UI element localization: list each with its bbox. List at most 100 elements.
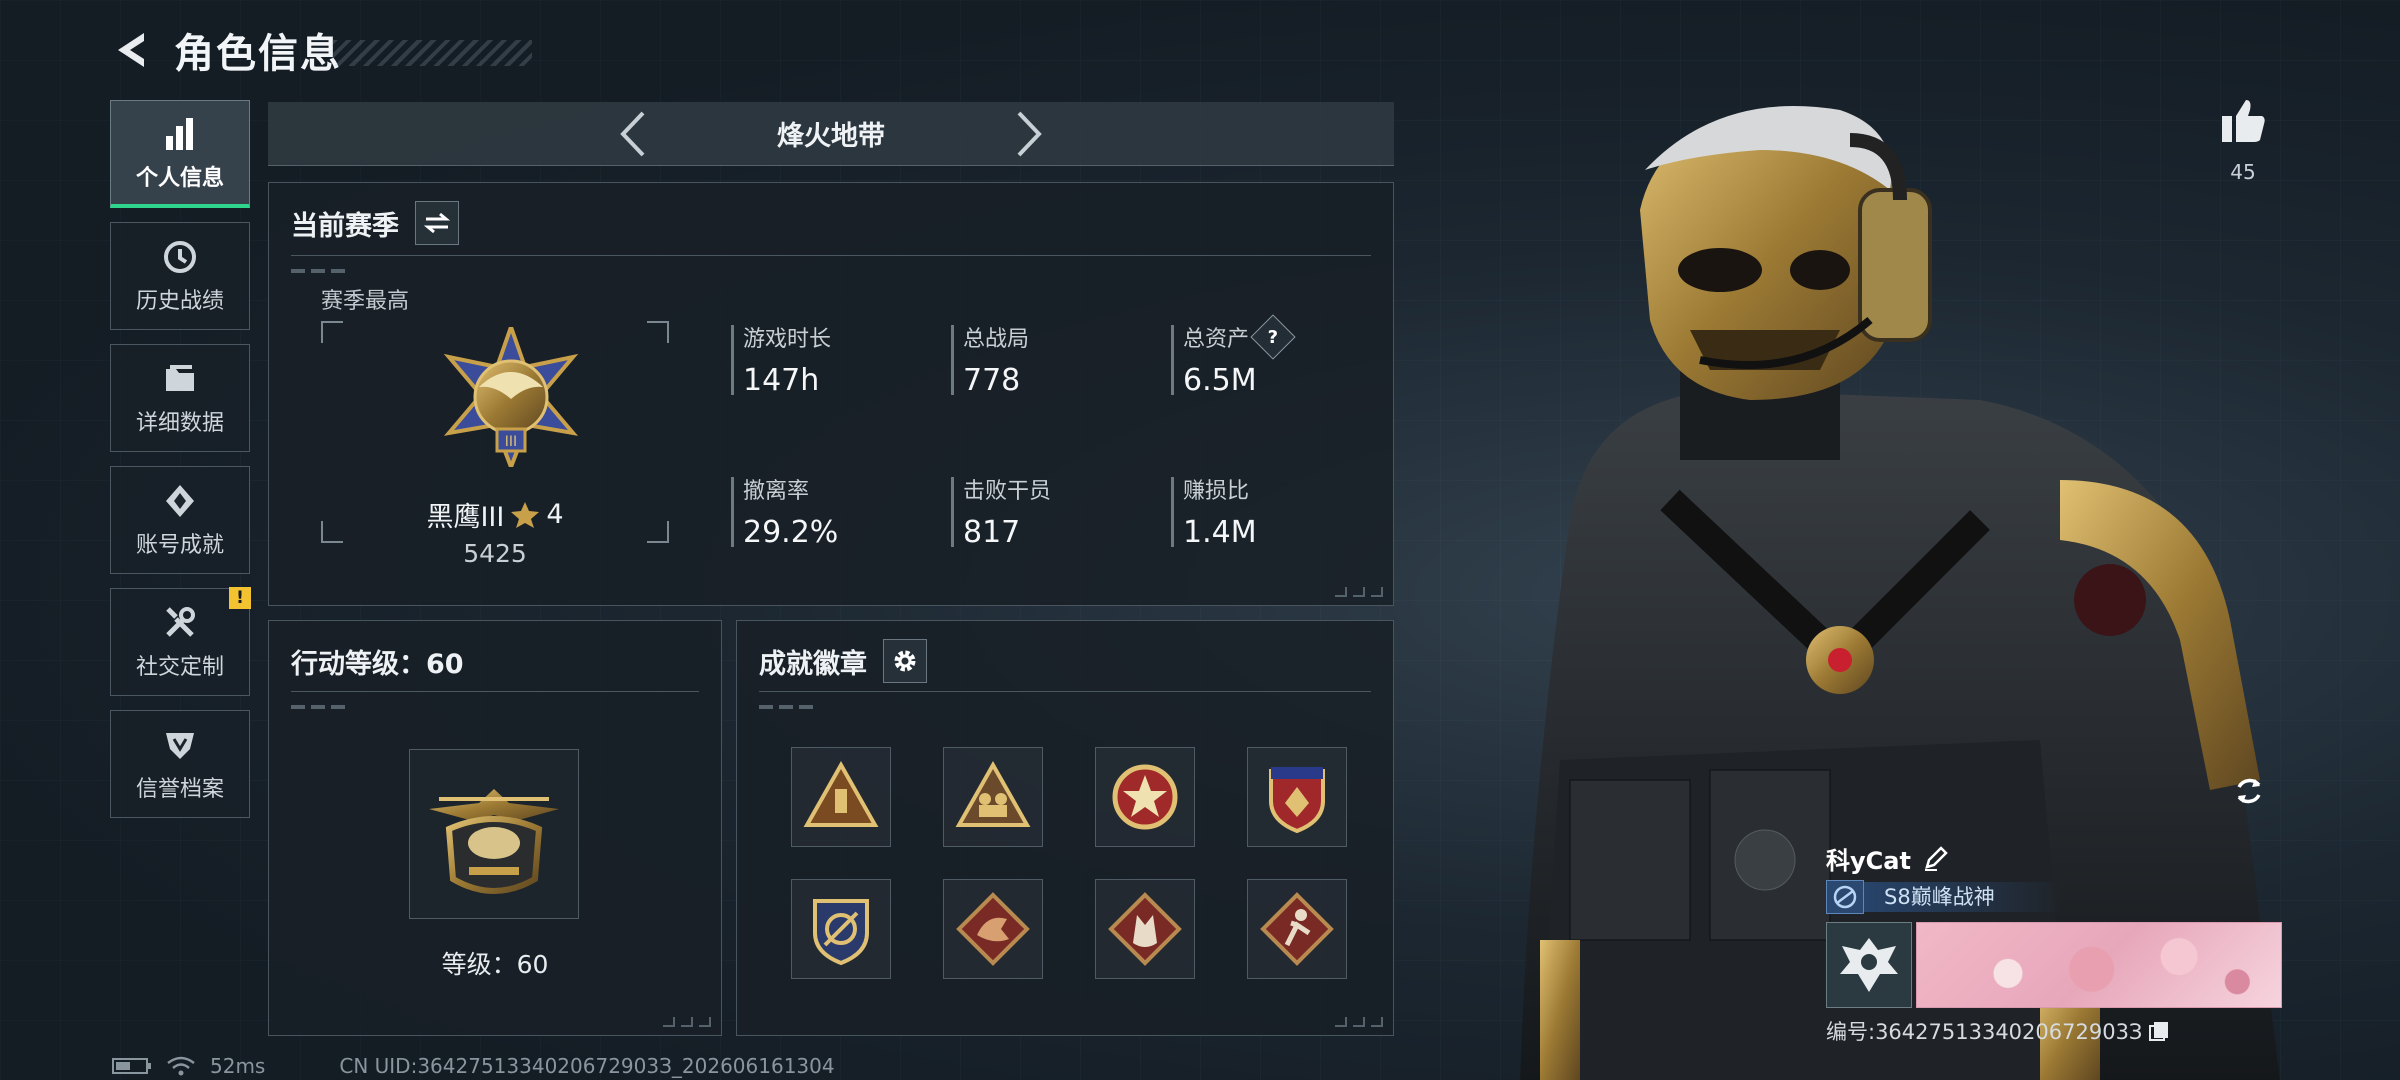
stat-value: 147h <box>743 363 820 398</box>
battery-icon <box>112 1058 151 1074</box>
stat-label: 撤离率 <box>743 479 810 504</box>
corner-decoration <box>663 1017 711 1027</box>
sidebar-item-label: 详细数据 <box>135 411 224 436</box>
stat-label: 总战局 <box>963 327 1030 352</box>
level-emblem[interactable] <box>409 749 579 919</box>
rank-emblem-icon: III <box>443 327 579 467</box>
header: 角色信息 <box>110 22 532 78</box>
season-subtitle: 赛季最高 <box>321 289 410 314</box>
season-switch-button[interactable] <box>415 201 459 245</box>
rotate-model-button[interactable] <box>2226 768 2272 814</box>
badge-slot[interactable] <box>1095 747 1195 847</box>
divider <box>759 691 1371 692</box>
stat-play-time: 游戏时长 147h <box>731 321 943 398</box>
sidebar-item-reputation[interactable]: 信誉档案 <box>110 710 250 818</box>
sidebar-item-achievements[interactable]: 账号成就 <box>110 466 250 574</box>
divider-dash <box>759 705 819 709</box>
badge-slot[interactable] <box>1247 747 1347 847</box>
badge-slot[interactable] <box>791 747 891 847</box>
help-icon: ? <box>1267 326 1279 348</box>
pencil-icon <box>1924 846 1948 871</box>
stat-value: 778 <box>963 363 1021 398</box>
soldiers-badge-icon <box>955 760 1031 827</box>
season-panel-title: 当前赛季 <box>291 201 459 245</box>
sidebar: 个人信息 历史战绩 详细数据 账号成就 ! 社交定制 信誉档案 <box>110 100 251 832</box>
stat-value: 6.5M <box>1183 363 1257 398</box>
sidebar-item-personal-info[interactable]: 个人信息 <box>110 100 250 208</box>
mode-next-button[interactable] <box>1005 109 1055 159</box>
corner-decoration <box>1335 1017 1383 1027</box>
swap-icon <box>424 212 450 234</box>
stat-total-matches: 总战局 778 <box>951 321 1163 398</box>
stat-label: 总资产 <box>1183 327 1250 352</box>
player-emblem[interactable] <box>1826 922 1912 1008</box>
level-text: 等级：60 <box>441 950 549 979</box>
stat-value: 1.4M <box>1183 515 1257 550</box>
stat-operators-defeated: 击败干员 817 <box>951 473 1163 550</box>
divider-dash <box>291 269 351 273</box>
stat-value: 29.2% <box>743 515 839 550</box>
back-arrow-icon <box>118 33 144 67</box>
divider-dash <box>291 705 351 709</box>
folder-icon <box>160 359 200 399</box>
bar-chart-icon <box>160 114 200 154</box>
chevron-right-icon <box>1017 111 1042 156</box>
season-panel: 当前赛季 赛季最高 III 黑鹰III 4 5425 游戏时长 147h 总战局 <box>268 182 1394 606</box>
player-banner[interactable] <box>1916 922 2282 1008</box>
divider <box>291 691 699 692</box>
badge-grid <box>791 747 1347 979</box>
blue-shield-badge-icon <box>813 899 869 966</box>
sidebar-item-detailed-data[interactable]: 详细数据 <box>110 344 250 452</box>
badge-slot[interactable] <box>1095 879 1195 979</box>
thumbs-up-icon <box>2222 100 2265 142</box>
rank-stars: 4 <box>546 499 564 530</box>
player-id: 编号:3642751334020672903З <box>1826 1020 2143 1044</box>
ping-value: 52ms <box>210 1054 266 1078</box>
badges-title-text: 成就徽章 <box>759 648 867 680</box>
back-button[interactable] <box>110 29 152 71</box>
badges-settings-button[interactable] <box>883 639 927 683</box>
like-count: 45 <box>2230 160 2256 184</box>
stat-extraction-rate: 撤离率 29.2% <box>731 473 943 550</box>
player-id-row: 编号:3642751334020672903З <box>1826 1016 2286 1046</box>
title-decoration <box>332 40 532 66</box>
wolf-badge-icon <box>1108 892 1182 966</box>
rank-name-row: 黑鹰III 4 <box>321 495 669 534</box>
corner-decoration <box>1335 587 1383 597</box>
rank-score: 5425 <box>463 539 527 568</box>
sidebar-item-label: 历史战绩 <box>135 289 224 314</box>
sidebar-item-history[interactable]: 历史战绩 <box>110 222 250 330</box>
sidebar-item-social-custom[interactable]: ! 社交定制 <box>110 587 251 696</box>
refresh-icon <box>2237 778 2261 804</box>
badge-slot[interactable] <box>791 879 891 979</box>
badge-slot[interactable] <box>943 747 1043 847</box>
badge-slot[interactable] <box>943 879 1043 979</box>
edit-name-button[interactable] <box>1923 845 1949 871</box>
mode-prev-button[interactable] <box>607 109 657 159</box>
mode-title: 烽火地带 <box>777 121 885 152</box>
like-button[interactable]: 45 <box>2210 96 2276 184</box>
star-icon <box>511 501 540 528</box>
action-level-title: 行动等级：60 <box>291 648 464 680</box>
dragon-badge-icon <box>956 892 1030 966</box>
title-emblem-icon <box>1826 880 1864 914</box>
divider <box>291 255 1371 256</box>
svg-text:III: III <box>505 434 517 450</box>
sidebar-item-label: 个人信息 <box>135 165 224 191</box>
rank-frame: III 黑鹰III 4 5425 <box>321 321 669 568</box>
stat-value: 817 <box>963 515 1021 550</box>
account-uid: CN UID:3642751334020672903З_202606161304 <box>339 1054 835 1078</box>
achievement-icon <box>160 481 200 521</box>
help-button[interactable]: ? <box>1250 314 1296 360</box>
stat-profit-loss: 赚损比 1.4M <box>1171 473 1383 550</box>
player-card-visuals <box>1826 922 2286 1008</box>
gear-icon <box>894 650 916 672</box>
mode-selector: 烽火地带 <box>268 102 1394 166</box>
player-name: 科yCat <box>1826 846 1911 875</box>
badge-slot[interactable] <box>1247 879 1347 979</box>
tools-icon <box>160 603 200 643</box>
player-title-row[interactable]: S8巅峰战神 <box>1826 880 2286 914</box>
runner-badge-icon <box>1260 892 1334 966</box>
status-bar: 52ms CN UID:3642751334020672903З_2026061… <box>112 1054 835 1078</box>
copy-id-button[interactable] <box>2148 1020 2170 1042</box>
